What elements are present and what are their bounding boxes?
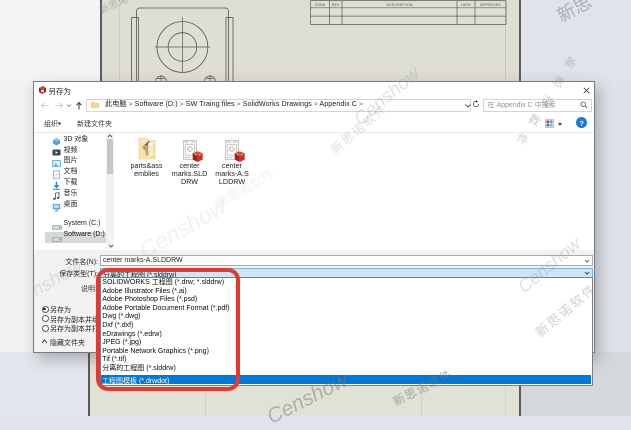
svg-text:DESCRIPTION: DESCRIPTION xyxy=(387,3,413,7)
svg-text:APPROVED: APPROVED xyxy=(480,3,501,7)
svg-text:DATE: DATE xyxy=(461,3,471,7)
svg-text:REV: REV xyxy=(332,3,340,7)
svg-text:ZONE: ZONE xyxy=(315,3,326,7)
